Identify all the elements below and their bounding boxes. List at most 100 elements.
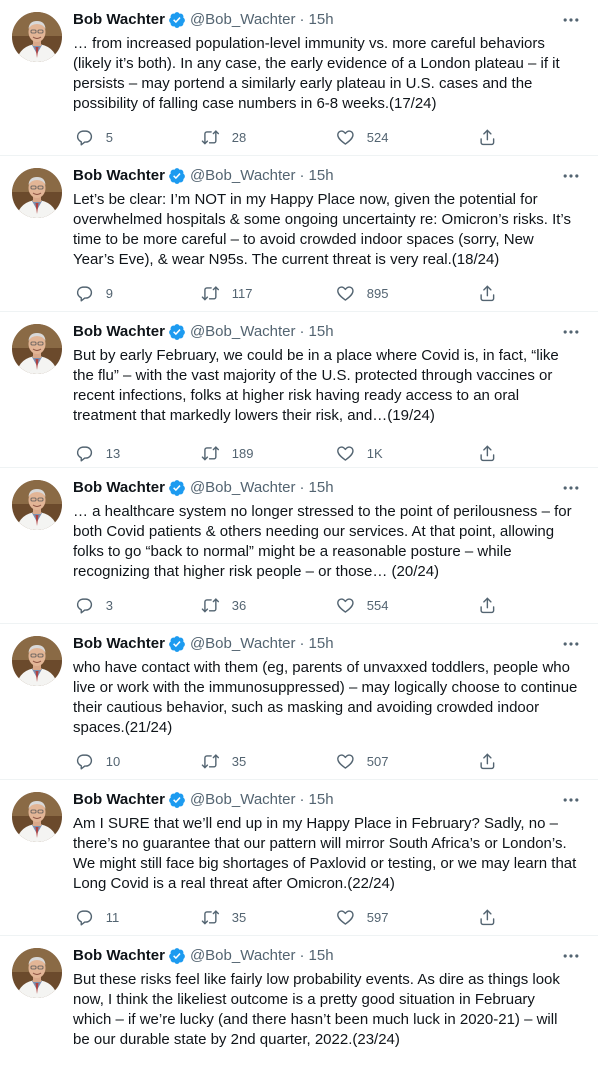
timestamp[interactable]: 15h (309, 166, 334, 186)
separator: · (299, 947, 305, 964)
like-button[interactable]: 895 (336, 284, 388, 303)
reply-count: 11 (105, 909, 120, 925)
timestamp[interactable]: 15h (309, 322, 334, 342)
timestamp[interactable]: 15h (309, 10, 334, 30)
retweet-count: 35 (231, 909, 247, 925)
more-icon[interactable] (560, 946, 582, 966)
timestamp[interactable]: 15h (309, 790, 334, 810)
reply-button[interactable]: 11 (75, 908, 119, 927)
tweet[interactable]: Bob Wachter @Bob_Wachter · 15h But by ea… (0, 312, 598, 468)
share-button[interactable] (478, 284, 497, 303)
retweet-count: 36 (231, 597, 247, 613)
tweet[interactable]: Bob Wachter @Bob_Wachter · 15h who have … (0, 624, 598, 780)
retweet-button[interactable]: 35 (201, 908, 246, 927)
tweet-text: … a healthcare system no longer stressed… (73, 503, 572, 580)
reply-button[interactable]: 10 (75, 752, 120, 771)
tweet-actions: 10 35 507 (73, 751, 503, 771)
reply-icon (75, 596, 94, 615)
like-count: 554 (366, 597, 389, 613)
heart-icon (336, 284, 355, 303)
tweet-actions: 5 28 524 (73, 127, 503, 147)
author-name[interactable]: Bob Wachter (73, 634, 165, 654)
reply-button[interactable]: 9 (75, 284, 113, 303)
reply-button[interactable]: 5 (75, 128, 113, 147)
author-name[interactable]: Bob Wachter (73, 790, 165, 810)
tweet-header: Bob Wachter @Bob_Wachter · 15h (73, 10, 582, 30)
heart-icon (336, 752, 355, 771)
tweet-header: Bob Wachter @Bob_Wachter · 15h (73, 166, 582, 186)
share-button[interactable] (478, 752, 497, 771)
like-count: 597 (366, 909, 389, 925)
more-icon[interactable] (560, 478, 582, 498)
reply-button[interactable]: 13 (75, 444, 120, 463)
avatar[interactable] (12, 480, 62, 530)
retweet-button[interactable]: 36 (201, 596, 246, 615)
author-handle[interactable]: @Bob_Wachter (190, 946, 296, 966)
author-handle[interactable]: @Bob_Wachter (190, 166, 296, 186)
tweet[interactable]: Bob Wachter @Bob_Wachter · 15h Am I SURE… (0, 780, 598, 936)
author-handle[interactable]: @Bob_Wachter (190, 322, 296, 342)
more-icon[interactable] (560, 634, 582, 654)
share-button[interactable] (478, 444, 497, 463)
retweet-icon (201, 284, 220, 303)
timestamp[interactable]: 15h (309, 634, 334, 654)
tweet[interactable]: Bob Wachter @Bob_Wachter · 15h Let’s be … (0, 156, 598, 312)
share-button[interactable] (478, 596, 497, 615)
tweet-text: But these risks feel like fairly low pro… (73, 971, 560, 1048)
retweet-button[interactable]: 28 (201, 128, 246, 147)
tweet-actions: 3 36 554 (73, 595, 503, 615)
avatar[interactable] (12, 948, 62, 998)
like-button[interactable]: 507 (336, 752, 388, 771)
tweet-content: Bob Wachter @Bob_Wachter · 15h who have … (73, 634, 582, 770)
tweet[interactable]: Bob Wachter @Bob_Wachter · 15h … from in… (0, 0, 598, 156)
reply-icon (75, 284, 94, 303)
timestamp[interactable]: 15h (309, 946, 334, 966)
tweet[interactable]: Bob Wachter @Bob_Wachter · 15h But these… (0, 936, 598, 1068)
avatar[interactable] (12, 168, 62, 218)
more-icon[interactable] (560, 322, 582, 342)
reply-icon (75, 908, 94, 927)
author-handle[interactable]: @Bob_Wachter (190, 10, 296, 30)
like-count: 507 (366, 753, 389, 769)
timestamp[interactable]: 15h (309, 478, 334, 498)
author-name[interactable]: Bob Wachter (73, 478, 165, 498)
tweet-content: Bob Wachter @Bob_Wachter · 15h But these… (73, 946, 582, 1050)
share-button[interactable] (478, 128, 497, 147)
reply-count: 13 (105, 445, 121, 461)
retweet-count: 117 (231, 285, 253, 301)
retweet-button[interactable]: 117 (201, 284, 252, 303)
avatar[interactable] (12, 792, 62, 842)
avatar[interactable] (12, 12, 62, 62)
tweet-actions: 13 189 1K (73, 443, 503, 463)
share-button[interactable] (478, 908, 497, 927)
author-name[interactable]: Bob Wachter (73, 166, 165, 186)
tweet-text: who have contact with them (eg, parents … (73, 659, 578, 736)
avatar[interactable] (12, 636, 62, 686)
author-name[interactable]: Bob Wachter (73, 322, 165, 342)
like-button[interactable]: 554 (336, 596, 388, 615)
retweet-button[interactable]: 189 (201, 444, 253, 463)
tweet-header: Bob Wachter @Bob_Wachter · 15h (73, 790, 582, 810)
more-icon[interactable] (560, 10, 582, 30)
retweet-count: 189 (231, 445, 254, 461)
author-handle[interactable]: @Bob_Wachter (190, 634, 296, 654)
retweet-button[interactable]: 35 (201, 752, 246, 771)
reply-icon (75, 444, 94, 463)
like-button[interactable]: 597 (336, 908, 388, 927)
more-icon[interactable] (560, 166, 582, 186)
tweet[interactable]: Bob Wachter @Bob_Wachter · 15h … a healt… (0, 468, 598, 624)
author-name[interactable]: Bob Wachter (73, 10, 165, 30)
like-button[interactable]: 524 (336, 128, 388, 147)
like-button[interactable]: 1K (336, 444, 383, 463)
reply-button[interactable]: 3 (75, 596, 113, 615)
verified-badge-icon (168, 947, 186, 965)
author-handle[interactable]: @Bob_Wachter (190, 478, 296, 498)
author-handle[interactable]: @Bob_Wachter (190, 790, 296, 810)
more-icon[interactable] (560, 790, 582, 810)
author-name[interactable]: Bob Wachter (73, 946, 165, 966)
retweet-icon (201, 128, 220, 147)
like-count: 895 (366, 285, 389, 301)
share-icon (478, 444, 497, 463)
verified-badge-icon (168, 323, 186, 341)
avatar[interactable] (12, 324, 62, 374)
